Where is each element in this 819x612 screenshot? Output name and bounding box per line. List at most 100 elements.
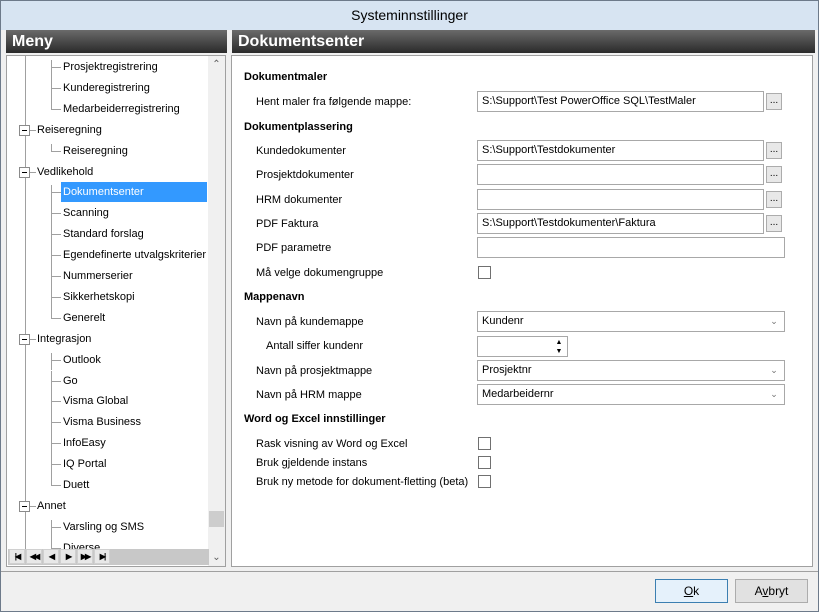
hrm-dokumenter-field[interactable] <box>477 189 764 210</box>
tree-line <box>51 67 61 68</box>
collapse-icon[interactable] <box>19 334 30 345</box>
collapse-icon[interactable] <box>19 501 30 512</box>
tree-item[interactable]: InfoEasy <box>63 433 106 453</box>
tree-item[interactable]: Integrasjon <box>37 329 91 349</box>
antall-siffer-label: Antall siffer kundenr <box>266 340 364 352</box>
section-dokumentplassering: Dokumentplassering <box>244 121 353 133</box>
navn-kundemappe-value: Kundenr <box>482 315 524 327</box>
tree-line <box>51 234 61 235</box>
content-header: Dokumentsenter <box>232 30 815 53</box>
kundedokumenter-browse-button[interactable]: ... <box>766 142 782 159</box>
last-record-button[interactable]: ▶| <box>94 549 110 564</box>
hrm-dokumenter-browse-button[interactable]: ... <box>766 191 782 208</box>
tree-line <box>51 60 52 78</box>
tree-item[interactable]: Generelt <box>63 308 105 328</box>
record-navigator: |◀ ◀◀ ◀ ▶ ▶▶ ▶| <box>8 549 209 565</box>
tree-line <box>51 538 52 549</box>
tree-item[interactable]: Nummerserier <box>63 266 133 286</box>
tree-item[interactable]: Visma Business <box>63 412 141 432</box>
scroll-thumb[interactable] <box>209 511 224 527</box>
tree-line <box>51 412 52 433</box>
section-word-excel: Word og Excel innstillinger <box>244 413 386 425</box>
scroll-up-icon[interactable]: ⌃ <box>208 56 225 73</box>
pdf-faktura-field[interactable]: S:\Support\Testdokumenter\Faktura <box>477 213 764 234</box>
tree-line <box>51 192 61 193</box>
navn-prosjektmappe-label: Navn på prosjektmappe <box>256 365 373 377</box>
tree-line <box>51 287 52 308</box>
ok-button[interactable]: Ok <box>655 579 728 603</box>
pdf-parametre-label: PDF parametre <box>256 242 332 254</box>
tree-item[interactable]: Standard forslag <box>63 224 144 244</box>
footer-divider <box>1 571 818 572</box>
navn-prosjektmappe-select[interactable]: Prosjektnr ⌄ <box>477 360 785 381</box>
tree-item[interactable]: IQ Portal <box>63 454 106 474</box>
tree-line <box>51 353 52 370</box>
pdf-faktura-label: PDF Faktura <box>256 218 319 230</box>
navn-hrm-mappe-label: Navn på HRM mappe <box>256 389 362 401</box>
tree-line <box>51 318 61 319</box>
tree-item[interactable]: Kunderegistrering <box>63 78 150 98</box>
kundedokumenter-field[interactable]: S:\Support\Testdokumenter <box>477 140 764 161</box>
settings-window: Systeminnstillinger Meny Dokumentsenter … <box>0 0 819 612</box>
tree-line <box>51 266 52 287</box>
tree-line <box>51 464 61 465</box>
tree-line <box>51 527 61 528</box>
antall-siffer-stepper[interactable]: ▲ ▼ <box>477 336 568 357</box>
tree-item[interactable]: Prosjektregistrering <box>63 57 158 77</box>
tree-item[interactable]: Visma Global <box>63 391 128 411</box>
tree-item[interactable]: Vedlikehold <box>37 162 93 182</box>
next-record-button[interactable]: ▶ <box>60 549 76 564</box>
tree-item[interactable]: Scanning <box>63 203 109 223</box>
tree-line <box>51 151 61 152</box>
tree-item[interactable]: Egendefinerte utvalgskriterier <box>63 245 206 265</box>
collapse-icon[interactable] <box>19 167 30 178</box>
bruk-ny-metode-checkbox[interactable] <box>478 475 491 488</box>
first-record-button[interactable]: |◀ <box>9 549 25 564</box>
tree-item[interactable]: Medarbeiderregistrering <box>63 99 180 119</box>
prev-record-button[interactable]: ◀ <box>43 549 59 564</box>
cancel-button[interactable]: Avbryt <box>735 579 808 603</box>
tree-scrollbar[interactable]: ⌃ ⌄ <box>208 56 225 566</box>
tree-item[interactable]: Annet <box>37 496 66 516</box>
hent-maler-label: Hent maler fra følgende mappe: <box>256 96 412 108</box>
prosjektdokumenter-browse-button[interactable]: ... <box>766 166 782 183</box>
spin-up-icon[interactable]: ▲ <box>553 338 565 347</box>
prosjektdokumenter-field[interactable] <box>477 164 764 185</box>
collapse-icon[interactable] <box>19 125 30 136</box>
pdf-faktura-browse-button[interactable]: ... <box>766 215 782 232</box>
chevron-down-icon[interactable]: ⌄ <box>764 312 784 331</box>
settings-content: Dokumentmaler Hent maler fra følgende ma… <box>231 55 813 567</box>
tree-item[interactable]: Varsling og SMS <box>63 517 144 537</box>
prev-page-button[interactable]: ◀◀ <box>26 549 42 564</box>
tree-line <box>51 422 61 423</box>
tree-line <box>51 371 52 391</box>
navn-hrm-mappe-select[interactable]: Medarbeidernr ⌄ <box>477 384 785 405</box>
navn-kundemappe-select[interactable]: Kundenr ⌄ <box>477 311 785 332</box>
chevron-down-icon[interactable]: ⌄ <box>764 361 784 380</box>
scroll-down-icon[interactable]: ⌄ <box>208 549 225 566</box>
tree-line <box>51 391 52 412</box>
tree-item[interactable]: Reiseregning <box>37 120 102 140</box>
cancel-label: Avbryt <box>754 584 789 598</box>
kundedokumenter-label: Kundedokumenter <box>256 145 346 157</box>
bruk-gjeldende-checkbox[interactable] <box>478 456 491 469</box>
hent-maler-browse-button[interactable]: ... <box>766 93 782 110</box>
hent-maler-field[interactable]: S:\Support\Test PowerOffice SQL\TestMale… <box>477 91 764 112</box>
spin-down-icon[interactable]: ▼ <box>553 347 565 356</box>
tree-item[interactable]: Dokumentsenter <box>61 182 207 202</box>
tree-line <box>51 381 61 382</box>
next-page-button[interactable]: ▶▶ <box>77 549 93 564</box>
tree-item[interactable]: Duett <box>63 475 89 495</box>
navn-kundemappe-label: Navn på kundemappe <box>256 316 364 328</box>
pdf-parametre-field[interactable] <box>477 237 785 258</box>
ok-label: Ok <box>683 584 700 598</box>
menu-tree: Prosjektregistrering Kunderegistrering Med… <box>6 55 226 567</box>
tree-item[interactable]: Reiseregning <box>63 141 128 161</box>
tree-item[interactable]: Go <box>63 371 78 391</box>
tree-item[interactable]: Outlook <box>63 350 101 370</box>
rask-visning-checkbox[interactable] <box>478 437 491 450</box>
maa-velge-checkbox[interactable] <box>478 266 491 279</box>
chevron-down-icon[interactable]: ⌄ <box>764 385 784 404</box>
tree-item[interactable]: Sikkerhetskopi <box>63 287 135 307</box>
window-title: Systeminnstillinger <box>1 1 818 30</box>
